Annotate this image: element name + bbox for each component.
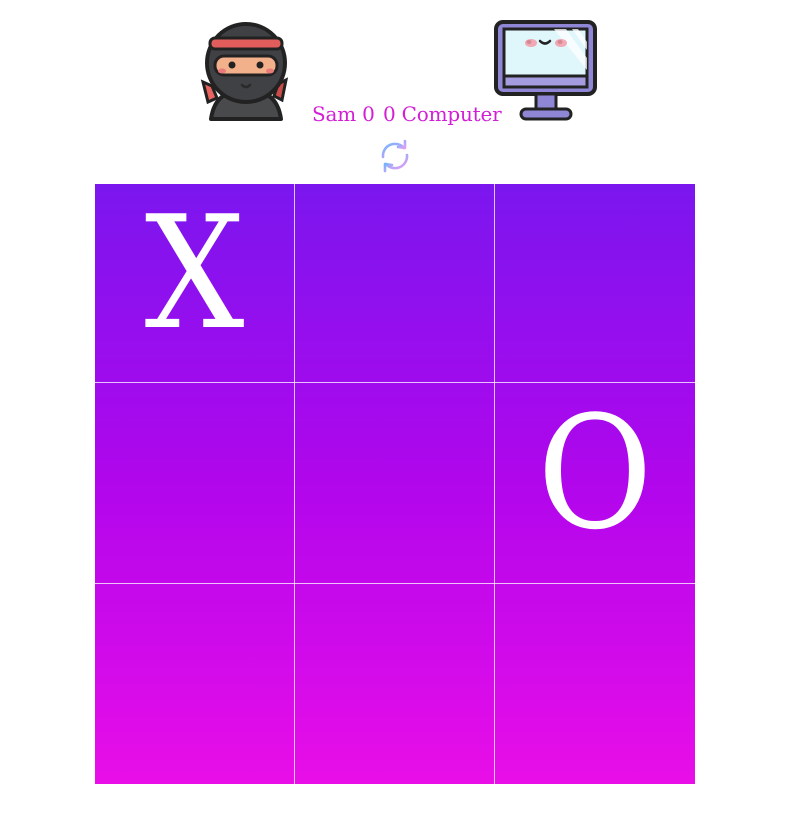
board-cell-5[interactable] [295,383,494,583]
player-score: Sam 0 [312,102,375,126]
board-cell-7[interactable] [95,584,294,784]
board-cell-1[interactable]: X [95,184,294,382]
board-cell-9[interactable] [495,584,695,784]
board-cell-6[interactable]: O [495,383,695,583]
refresh-icon [381,139,409,173]
board-cell-4[interactable] [95,383,294,583]
reset-button[interactable] [378,139,412,173]
cell-mark: O [537,382,653,564]
ninja-avatar-icon [198,18,294,122]
cell-mark: X [144,182,245,364]
board-cell-3[interactable] [495,184,695,382]
board-cell-2[interactable] [295,184,494,382]
board-cell-8[interactable] [295,584,494,784]
game-board: X O [95,184,695,784]
computer-avatar-icon [494,18,598,122]
computer-score: 0 Computer [383,102,502,126]
